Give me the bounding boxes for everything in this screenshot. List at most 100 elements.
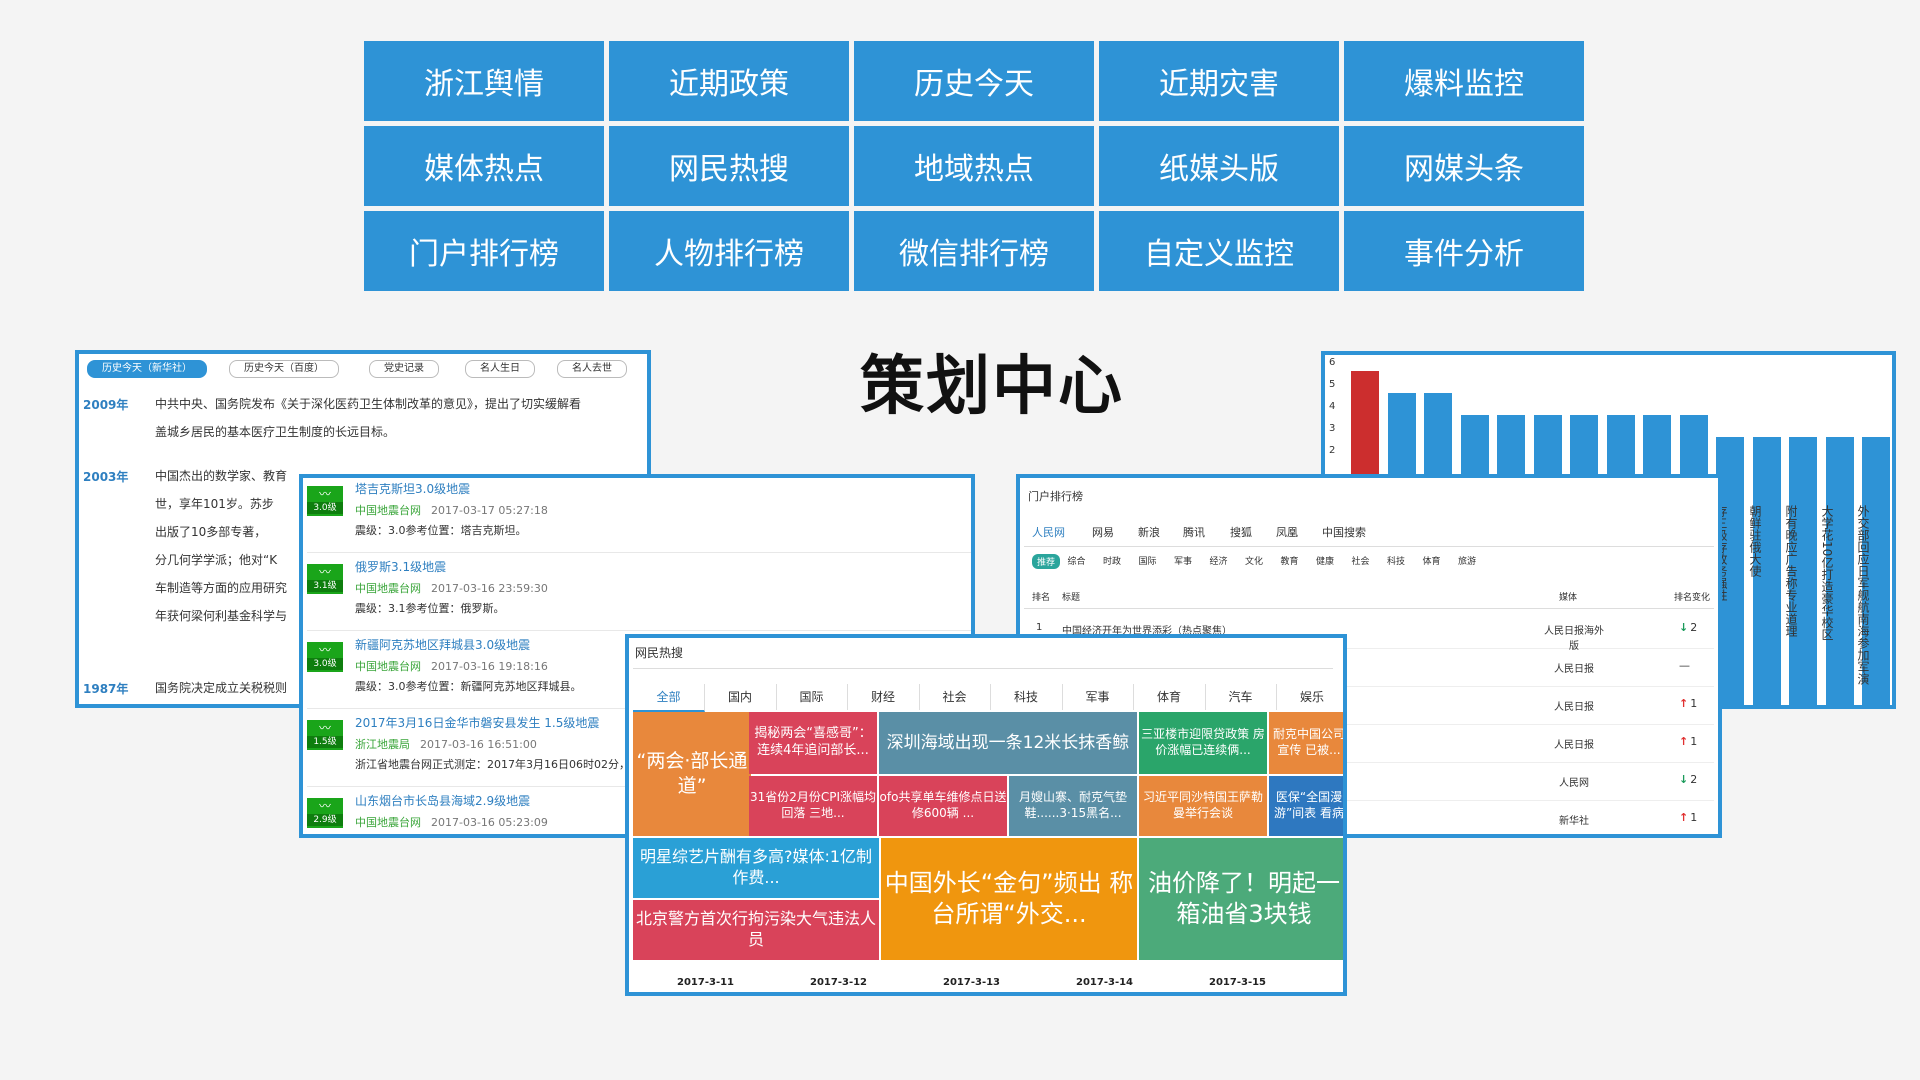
arrow-up-icon: ↑	[1679, 697, 1689, 710]
history-year: 2009年	[83, 398, 129, 412]
feature-tile[interactable]: 浙江舆情	[364, 41, 604, 121]
hotsearch-topic[interactable]: ofo共享单车维修点日送修600辆 ...	[879, 776, 1007, 836]
rank-change: ↑ 1	[1679, 735, 1697, 748]
hotsearch-tab[interactable]: 国内	[705, 684, 777, 710]
portal-subtab[interactable]: 军事	[1174, 554, 1192, 567]
hotsearch-topic[interactable]: 北京警方首次行拘污染大气违法人员	[633, 900, 879, 960]
date-label: 2017-3-13	[943, 977, 1001, 988]
portal-subtab[interactable]: 科技	[1387, 554, 1405, 567]
feature-tile[interactable]: 近期政策	[609, 41, 849, 121]
hotsearch-topic[interactable]: 月嫂山寨、耐克气垫鞋......3·15黑名...	[1009, 776, 1137, 836]
wave-glyph: 〰	[318, 799, 331, 813]
history-tab[interactable]: 名人去世	[557, 360, 627, 378]
portal-subtab[interactable]: 综合	[1068, 554, 1086, 567]
portal-subtab[interactable]: 健康	[1316, 554, 1334, 567]
portal-subtab[interactable]: 社会	[1352, 554, 1370, 567]
y-tick-label: 3	[1329, 423, 1336, 434]
feature-tile[interactable]: 微信排行榜	[854, 211, 1094, 291]
feature-tile[interactable]: 门户排行榜	[364, 211, 604, 291]
feature-tile[interactable]: 爆料监控	[1344, 41, 1584, 121]
feature-tile[interactable]: 媒体热点	[364, 126, 604, 206]
hotsearch-topic[interactable]: 油价降了！明起一箱油省3块钱	[1139, 838, 1343, 960]
x-category-label: 外交部回应日军舰航南海参加军演	[1856, 505, 1870, 685]
feature-tile[interactable]: 网媒头条	[1344, 126, 1584, 206]
portal-tab[interactable]: 新浪	[1138, 524, 1160, 540]
history-text: 车制造等方面的应用研究	[155, 581, 288, 595]
hotsearch-topic[interactable]: 耐克中国公司宣传 已被...	[1269, 712, 1343, 774]
earthquake-item[interactable]: 〰 3.0级 塔吉克斯坦3.0级地震 中国地震台网 2017-03-17 05:27:1…	[307, 478, 971, 553]
earthquake-item[interactable]: 〰 3.1级 俄罗斯3.1级地震 中国地震台网 2017-03-16 23:59:30 震…	[307, 556, 971, 631]
earthquake-meta: 中国地震台网 2017-03-16 19:18:16	[355, 658, 548, 674]
header-rank: 排名	[1032, 593, 1051, 603]
hotsearch-tab[interactable]: 全部	[633, 684, 705, 712]
portal-tab[interactable]: 中国搜索	[1322, 524, 1366, 540]
earthquake-source: 浙江地震局	[355, 738, 410, 751]
portal-subtab[interactable]: 旅游	[1458, 554, 1476, 567]
portal-subtab[interactable]: 教育	[1281, 554, 1299, 567]
hotsearch-tab[interactable]: 娱乐	[1277, 684, 1344, 710]
history-text: 中国杰出的数学家、教育	[155, 469, 288, 483]
hotsearch-topic[interactable]: 中国外长“金句”频出 称台所谓“外交...	[881, 838, 1137, 960]
portal-tab[interactable]: 搜狐	[1230, 524, 1252, 540]
hotsearch-tab[interactable]: 财经	[848, 684, 920, 710]
seismograph-icon: 〰 2.9级	[307, 798, 343, 828]
portal-tab[interactable]: 网易	[1092, 524, 1114, 540]
x-category-label: 附有晚应广告称专业道理	[1784, 505, 1798, 637]
rank-change-value: 2	[1690, 621, 1698, 634]
hotsearch-tab[interactable]: 国际	[776, 684, 848, 710]
hotsearch-topic[interactable]: 31省份2月份CPI涨幅均回落 三地...	[749, 776, 877, 836]
earthquake-detail: 震级：3.0参考位置：塔吉克斯坦。	[355, 524, 527, 537]
feature-tile[interactable]: 地域热点	[854, 126, 1094, 206]
earthquake-title[interactable]: 俄罗斯3.1级地震	[355, 558, 446, 575]
portal-subtab[interactable]: 时政	[1103, 554, 1121, 567]
arrow-down-icon: ↓	[1679, 621, 1689, 634]
portal-tab[interactable]: 凤凰	[1276, 524, 1298, 540]
feature-tile[interactable]: 网民热搜	[609, 126, 849, 206]
hotsearch-tab[interactable]: 军事	[1062, 684, 1134, 710]
portal-subtab[interactable]: 体育	[1423, 554, 1441, 567]
feature-tile[interactable]: 近期灾害	[1099, 41, 1339, 121]
hotsearch-topic[interactable]: 医保“全国漫游”间表 看病	[1269, 776, 1343, 836]
portal-subtab[interactable]: 国际	[1139, 554, 1157, 567]
history-tabs: 历史今天（新华社） 历史今天（百度） 党史记录 名人生日 名人去世	[79, 354, 647, 382]
history-tab[interactable]: 历史今天（百度）	[229, 360, 339, 378]
hotsearch-topic[interactable]: 揭秘两会“喜感哥”：连续4年追问部长...	[749, 712, 877, 774]
earthquake-title[interactable]: 新疆阿克苏地区拜城县3.0级地震	[355, 636, 530, 653]
history-tab[interactable]: 党史记录	[369, 360, 439, 378]
portal-tab[interactable]: 人民网	[1032, 524, 1065, 540]
earthquake-time: 2017-03-17 05:27:18	[431, 504, 548, 517]
hotsearch-tab[interactable]: 科技	[991, 684, 1063, 710]
portal-subtab[interactable]: 文化	[1245, 554, 1263, 567]
hotsearch-tab[interactable]: 社会	[919, 684, 991, 710]
portal-tab[interactable]: 腾讯	[1183, 524, 1205, 540]
hotsearch-topic[interactable]: 明星综艺片酬有多高?媒体:1亿制作费...	[633, 838, 879, 898]
hotsearch-topic[interactable]: “两会·部长通道”	[633, 712, 751, 836]
hotsearch-topic[interactable]: 习近平同沙特国王萨勒曼举行会谈	[1139, 776, 1267, 836]
rank-change: —	[1679, 659, 1690, 672]
x-category-label: 大学花10亿打造豪华校区	[1820, 505, 1834, 641]
earthquake-title[interactable]: 山东烟台市长岛县海域2.9级地震	[355, 792, 530, 809]
earthquake-meta: 中国地震台网 2017-03-16 05:23:09	[355, 814, 548, 830]
portal-subtab[interactable]: 经济	[1210, 554, 1228, 567]
y-tick-label: 6	[1329, 357, 1336, 368]
history-year: 2003年	[83, 470, 129, 484]
feature-tile[interactable]: 纸媒头版	[1099, 126, 1339, 206]
hotsearch-tab[interactable]: 体育	[1134, 684, 1206, 710]
history-tab[interactable]: 名人生日	[465, 360, 535, 378]
earthquake-title[interactable]: 2017年3月16日金华市磐安县发生 1.5级地震	[355, 714, 599, 731]
hotsearch-topic[interactable]: 深圳海域出现一条12米长抹香鲸	[879, 712, 1137, 774]
feature-tile[interactable]: 历史今天	[854, 41, 1094, 121]
hotsearch-topic[interactable]: 三亚楼市迎限贷政策 房价涨幅已连续俩...	[1139, 712, 1267, 774]
feature-tile[interactable]: 人物排行榜	[609, 211, 849, 291]
seismograph-icon: 〰 1.5级	[307, 720, 343, 750]
y-tick-label: 4	[1329, 401, 1336, 412]
rank-change-value: 1	[1690, 735, 1698, 748]
hotsearch-tab[interactable]: 汽车	[1205, 684, 1277, 710]
earthquake-meta: 中国地震台网 2017-03-16 23:59:30	[355, 580, 548, 596]
portal-subtab[interactable]: 推荐	[1032, 554, 1061, 569]
history-text: 国务院决定成立关税税则	[155, 681, 288, 695]
earthquake-title[interactable]: 塔吉克斯坦3.0级地震	[355, 480, 470, 497]
feature-tile[interactable]: 自定义监控	[1099, 211, 1339, 291]
feature-tile[interactable]: 事件分析	[1344, 211, 1584, 291]
history-tab[interactable]: 历史今天（新华社）	[87, 360, 207, 378]
